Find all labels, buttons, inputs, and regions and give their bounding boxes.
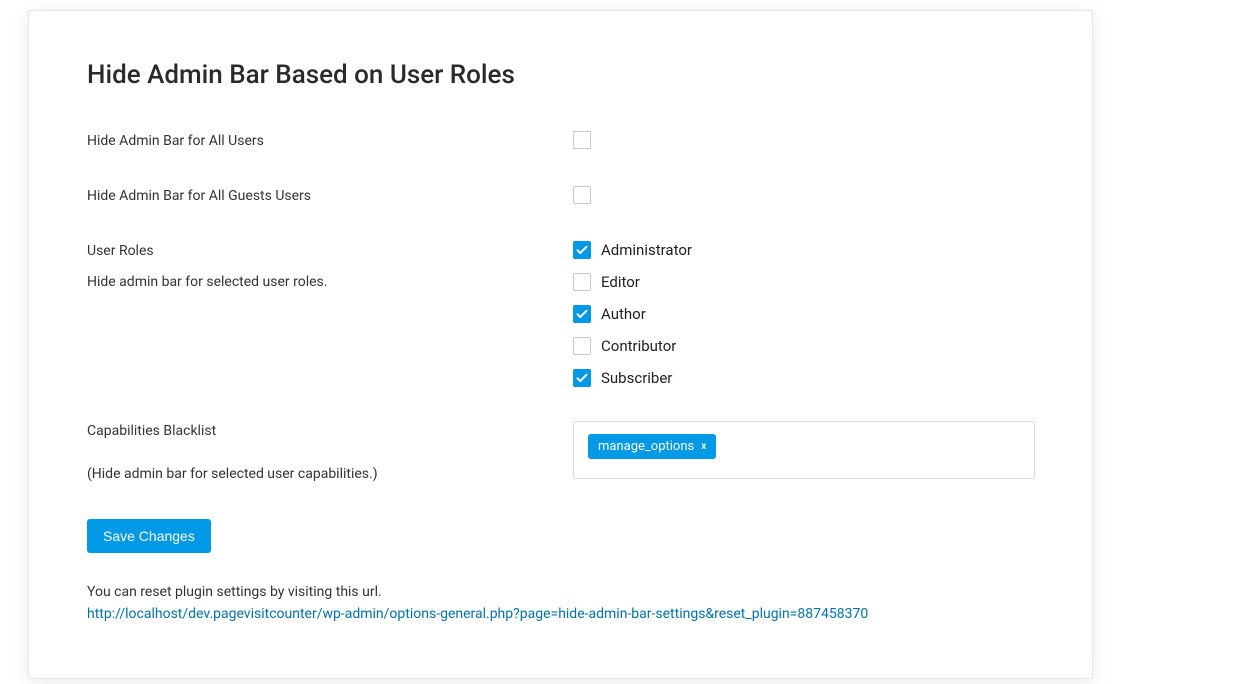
reset-note: You can reset plugin settings by visitin… (87, 581, 1034, 603)
checkbox-role[interactable] (573, 273, 591, 291)
checkbox-role[interactable] (573, 369, 591, 387)
settings-card: Hide Admin Bar Based on User Roles Hide … (28, 10, 1093, 679)
role-label: Subscriber (601, 369, 672, 387)
label-user-roles: User Roles (87, 241, 573, 262)
checkbox-role[interactable] (573, 241, 591, 259)
label-capabilities-blacklist: Capabilities Blacklist (87, 421, 573, 442)
checkbox-role[interactable] (573, 305, 591, 323)
label-hide-all-users: Hide Admin Bar for All Users (87, 131, 573, 152)
role-item: Editor (573, 273, 1034, 291)
checkbox-hide-all-users[interactable] (573, 131, 591, 149)
page-title: Hide Admin Bar Based on User Roles (87, 59, 1034, 93)
check-icon (576, 372, 588, 384)
role-item: Administrator (573, 241, 1034, 259)
role-item: Contributor (573, 337, 1034, 355)
help-user-roles: Hide admin bar for selected user roles. (87, 272, 573, 293)
role-label: Contributor (601, 337, 676, 355)
reset-link[interactable]: http://localhost/dev.pagevisitcounter/wp… (87, 606, 868, 622)
row-capabilities-blacklist: Capabilities Blacklist (Hide admin bar f… (87, 421, 1034, 485)
user-roles-list: Administrator Editor Author Contributor Subs… (573, 241, 1034, 387)
role-item: Subscriber (573, 369, 1034, 387)
save-button[interactable]: Save Changes (87, 519, 211, 553)
help-capabilities-blacklist: (Hide admin bar for selected user capabi… (87, 464, 573, 485)
role-item: Author (573, 305, 1034, 323)
role-label: Author (601, 305, 646, 323)
label-hide-all-guests: Hide Admin Bar for All Guests Users (87, 186, 573, 207)
checkbox-hide-all-guests[interactable] (573, 186, 591, 204)
check-icon (576, 244, 588, 256)
role-label: Editor (601, 273, 640, 291)
capability-tag: manage_options x (588, 434, 716, 460)
row-hide-all-users: Hide Admin Bar for All Users (87, 131, 1034, 152)
capability-tag-label: manage_options (598, 439, 694, 455)
role-label: Administrator (601, 241, 692, 259)
capabilities-tag-input[interactable]: manage_options x (573, 421, 1035, 479)
row-hide-all-guests: Hide Admin Bar for All Guests Users (87, 186, 1034, 207)
checkbox-role[interactable] (573, 337, 591, 355)
tag-remove-icon[interactable]: x (701, 441, 706, 453)
check-icon (576, 308, 588, 320)
row-user-roles: User Roles Hide admin bar for selected u… (87, 241, 1034, 387)
